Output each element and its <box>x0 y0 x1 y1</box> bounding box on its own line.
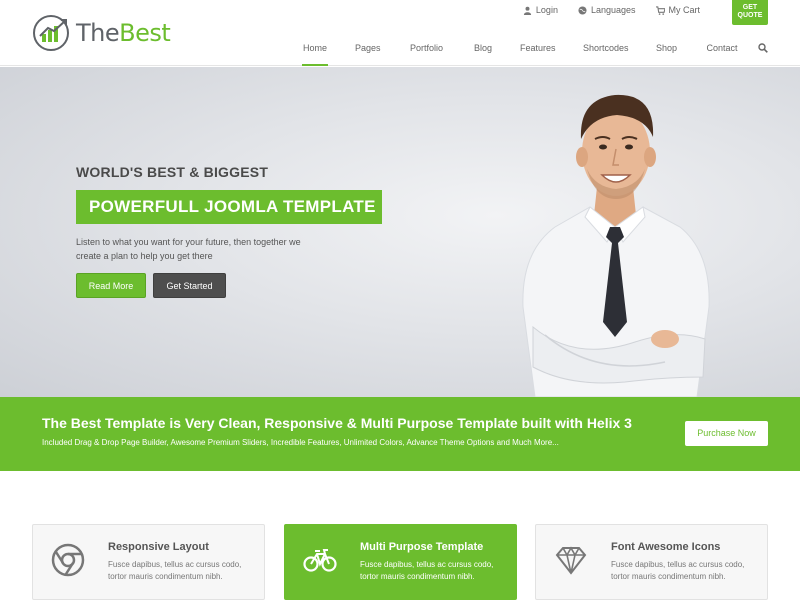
feature-card-font-awesome[interactable]: Font Awesome Icons Fusce dapibus, tellus… <box>535 524 768 600</box>
logo-chart-icon <box>33 15 69 51</box>
promo-banner: The Best Template is Very Clean, Respons… <box>0 397 800 471</box>
get-quote-button[interactable]: GET QUOTE <box>732 0 768 25</box>
main-navigation: Home Pages Portfolio Blog Features Short… <box>302 34 738 66</box>
nav-item-shortcodes[interactable]: Shortcodes <box>583 34 629 66</box>
nav-item-blog[interactable]: Blog <box>473 34 493 66</box>
feature-card-multipurpose[interactable]: Multi Purpose Template Fusce dapibus, te… <box>284 524 517 600</box>
languages-link[interactable]: Languages <box>578 5 636 15</box>
site-header: TheBest Login Languages My Cart GET QUOT… <box>0 0 800 66</box>
top-utility-bar: Login Languages My Cart <box>523 5 700 15</box>
read-more-button[interactable]: Read More <box>76 273 146 298</box>
feature-title: Font Awesome Icons <box>611 541 721 553</box>
businessman-image <box>522 94 710 397</box>
bicycle-icon <box>303 549 337 572</box>
nav-item-portfolio[interactable]: Portfolio <box>409 34 444 66</box>
feature-title: Responsive Layout <box>108 541 209 553</box>
chrome-icon <box>51 543 85 577</box>
nav-item-pages[interactable]: Pages <box>355 34 381 66</box>
cart-link[interactable]: My Cart <box>655 5 701 15</box>
nav-item-shop[interactable]: Shop <box>656 34 677 66</box>
hero-kicker: WORLD'S BEST & BIGGEST <box>76 164 269 180</box>
user-icon <box>523 6 532 15</box>
logo-text-best: Best <box>119 19 171 47</box>
hero-description: Listen to what you want for your future,… <box>76 237 301 261</box>
feature-text: Fusce dapibus, tellus ac cursus codo, to… <box>108 560 242 581</box>
get-quote-line1: GET <box>742 4 758 11</box>
search-icon[interactable] <box>758 43 768 53</box>
logo-text: TheBest <box>76 19 171 47</box>
feature-title: Multi Purpose Template <box>360 541 484 553</box>
languages-label: Languages <box>590 5 636 15</box>
feature-text: Fusce dapibus, tellus ac cursus codo, to… <box>611 560 745 581</box>
globe-icon <box>578 5 587 15</box>
login-label: Login <box>535 5 558 15</box>
cart-icon <box>655 5 665 15</box>
hero-headline: POWERFULL JOOMLA TEMPLATE <box>76 190 382 224</box>
feature-card-responsive[interactable]: Responsive Layout Fusce dapibus, tellus … <box>32 524 265 600</box>
get-quote-line2: QUOTE <box>737 12 763 19</box>
nav-item-contact[interactable]: Contact <box>706 34 738 66</box>
logo[interactable]: TheBest <box>32 14 171 52</box>
banner-title: The Best Template is Very Clean, Respons… <box>42 415 632 431</box>
nav-item-home[interactable]: Home <box>302 34 328 66</box>
banner-subtitle: Included Drag & Drop Page Builder, Aweso… <box>42 438 559 447</box>
nav-item-features[interactable]: Features <box>520 34 556 66</box>
hero-section: WORLD'S BEST & BIGGEST POWERFULL JOOMLA … <box>0 67 800 397</box>
login-link[interactable]: Login <box>523 5 558 15</box>
cart-label: My Cart <box>668 5 701 15</box>
logo-text-the: The <box>76 19 120 47</box>
diamond-icon <box>555 546 587 575</box>
feature-text: Fusce dapibus, tellus ac cursus codo, to… <box>360 560 494 581</box>
purchase-now-button[interactable]: Purchase Now <box>685 421 768 446</box>
get-started-button[interactable]: Get Started <box>153 273 226 298</box>
